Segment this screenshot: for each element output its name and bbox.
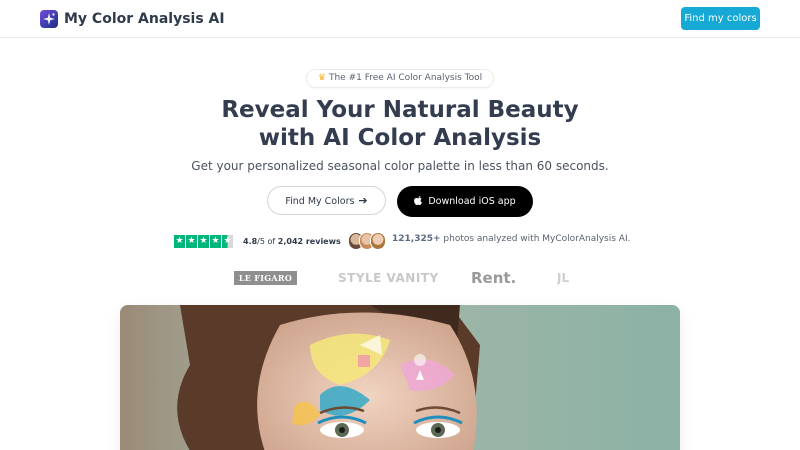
crown-icon: ♛ — [317, 73, 326, 83]
headline-line-1: Reveal Your Natural Beauty — [221, 97, 579, 123]
arrow-right-icon: ➔ — [358, 194, 368, 207]
jl-logo: JL — [557, 271, 570, 285]
photos-text: photos analyzed with MyColorAnalysis AI. — [440, 234, 631, 244]
photos-count: 121,325+ — [392, 234, 441, 244]
rent-logo: Rent. — [471, 269, 517, 287]
brand-name[interactable]: My Color Analysis AI — [64, 10, 225, 28]
style-vanity-logo: STYLE VANITY — [338, 271, 439, 285]
hero-badge: ♛ The #1 Free AI Color Analysis Tool — [306, 69, 494, 88]
top-navbar: My Color Analysis AI Find my colors — [0, 0, 800, 38]
headline-line-2: with AI Color Analysis — [258, 125, 542, 151]
find-my-colors-button[interactable]: Find My Colors ➔ — [267, 186, 386, 215]
avatar — [370, 232, 386, 250]
rating-summary: 4.8/5 of 2,042 reviews — [243, 235, 341, 248]
star-icon: ★ — [186, 235, 197, 248]
star-icon: ★ — [210, 235, 221, 248]
hero-subheadline: Get your personalized seasonal color pal… — [191, 159, 609, 173]
user-avatars — [348, 232, 388, 250]
trustpilot-stars: ★ ★ ★ ★ ★ — [174, 235, 233, 248]
review-count: 2,042 reviews — [277, 237, 341, 246]
half-star-icon: ★ — [222, 235, 233, 248]
star-icon: ★ — [174, 235, 185, 248]
apple-icon — [414, 196, 423, 205]
page-title: Reveal Your Natural Beauty with AI Color… — [0, 96, 800, 152]
sparkle-logo-icon[interactable] — [40, 10, 58, 28]
find-my-colors-nav-button[interactable]: Find my colors — [681, 7, 760, 30]
photos-analyzed-text: 121,325+ photos analyzed with MyColorAna… — [392, 233, 630, 246]
download-ios-app-button[interactable]: Download iOS app — [397, 186, 533, 217]
rating-value: 4.8 — [243, 237, 258, 246]
find-my-colors-label: Find My Colors — [285, 196, 355, 207]
hero-badge-text: The #1 Free AI Color Analysis Tool — [328, 73, 483, 83]
star-icon: ★ — [198, 235, 209, 248]
woman-with-colorful-face-paint-image — [120, 305, 680, 450]
le-figaro-logo: LE FIGARO — [234, 271, 297, 285]
rating-scale: /5 of — [257, 237, 278, 246]
download-ios-app-label: Download iOS app — [428, 196, 516, 207]
